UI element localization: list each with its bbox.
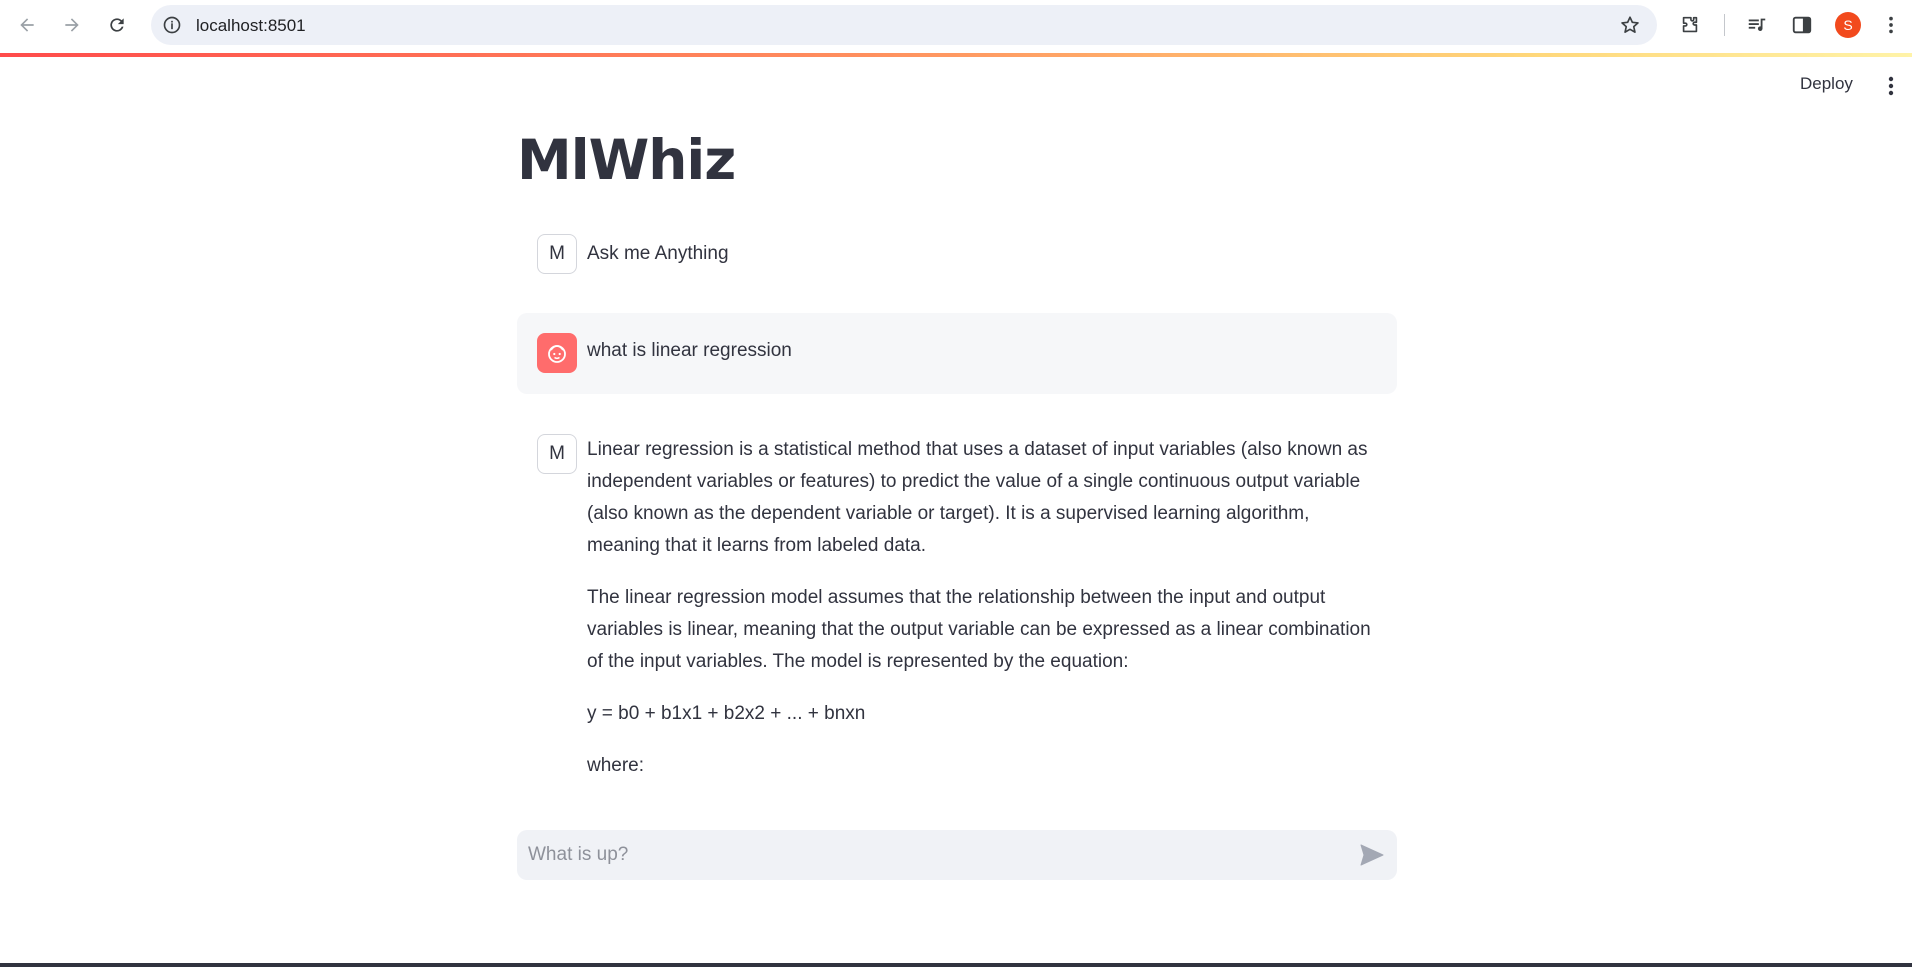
app-menu-icon[interactable] <box>1881 75 1901 97</box>
reload-button[interactable] <box>102 10 132 40</box>
window-bottom-edge <box>0 963 1912 967</box>
extensions-button[interactable] <box>1678 13 1702 37</box>
forward-button[interactable] <box>57 10 87 40</box>
back-button[interactable] <box>12 10 42 40</box>
message-paragraph: where: <box>587 755 645 776</box>
address-bar[interactable]: localhost:8501 <box>151 5 1657 45</box>
deploy-button[interactable]: Deploy <box>1800 74 1853 94</box>
user-avatar <box>537 333 577 373</box>
message-paragraph: Ask me Anything <box>587 243 729 264</box>
forward-arrow-icon <box>65 18 79 32</box>
assistant-avatar: M <box>537 434 577 474</box>
puzzle-icon <box>1682 16 1698 33</box>
message-paragraph: Linear regression is a statistical metho… <box>587 439 1368 556</box>
user-face-icon <box>548 345 566 363</box>
browser-toolbar: localhost:8501 S <box>0 0 1912 53</box>
bookmark-star-icon[interactable] <box>1619 14 1641 36</box>
chat-input-box[interactable] <box>517 830 1397 880</box>
chat-message-assistant: M Ask me Anything <box>517 232 1397 282</box>
back-arrow-icon <box>20 18 34 32</box>
message-paragraph: The linear regression model assumes that… <box>587 587 1371 672</box>
url-text: localhost:8501 <box>196 16 306 35</box>
app-decoration-bar <box>0 53 1912 57</box>
toolbar-divider <box>1724 14 1725 36</box>
side-panel-icon <box>1792 16 1812 34</box>
side-panel-button[interactable] <box>1790 13 1814 37</box>
send-icon[interactable] <box>1359 843 1385 867</box>
message-content: what is linear regression <box>587 335 1377 387</box>
playlist-music-icon <box>1748 18 1766 31</box>
page-title: MlWhiz <box>517 128 736 192</box>
message-equation: y = b0 + b1x1 + b2x2 + ... + bnxn <box>587 703 866 724</box>
reload-icon <box>110 18 124 32</box>
assistant-avatar: M <box>537 234 577 274</box>
message-content: Ask me Anything <box>587 238 1377 290</box>
vertical-dots-icon <box>1889 16 1893 34</box>
message-content: Linear regression is a statistical metho… <box>587 434 1377 802</box>
media-control-button[interactable] <box>1745 13 1769 37</box>
browser-menu-button[interactable] <box>1879 13 1903 37</box>
message-paragraph: what is linear regression <box>587 340 792 361</box>
profile-avatar[interactable]: S <box>1835 12 1861 38</box>
chat-message-user: what is linear regression <box>517 313 1397 394</box>
chat-input[interactable] <box>528 838 1328 872</box>
chat-message-assistant: M Linear regression is a statistical met… <box>517 432 1397 792</box>
site-info-icon[interactable] <box>162 15 182 35</box>
